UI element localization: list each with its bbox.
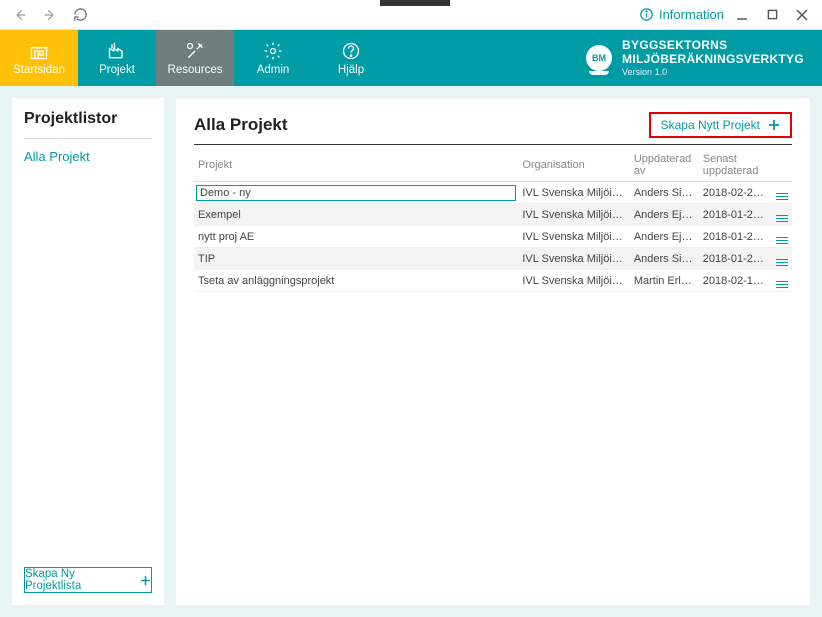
table-cell: IVL Svenska Miljöinstitutet AB xyxy=(518,204,629,226)
brand-version: Version 1.0 xyxy=(622,67,804,77)
menu-help[interactable]: Hjälp xyxy=(312,30,390,86)
forward-button[interactable] xyxy=(38,3,62,27)
info-icon xyxy=(639,7,654,22)
information-link[interactable]: Information xyxy=(639,7,724,22)
workspace: Projektlistor Alla Projekt Skapa Ny Proj… xyxy=(0,86,822,617)
table-cell: IVL Svenska Miljöinstitutet AB xyxy=(518,182,629,204)
sidebar-title: Projektlistor xyxy=(24,110,152,128)
menu-label: Admin xyxy=(257,64,290,76)
table-cell: 2018-01-22 14:34 xyxy=(699,248,772,270)
menu-label: Projekt xyxy=(99,64,135,76)
create-project-list-button[interactable]: Skapa Ny Projektlista xyxy=(24,567,152,593)
back-button[interactable] xyxy=(8,3,32,27)
table-cell: Exempel xyxy=(194,204,518,226)
create-project-label: Skapa Nytt Projekt xyxy=(661,118,760,132)
col-header-updated-by[interactable]: Uppdaterad av xyxy=(630,149,699,182)
row-actions-cell xyxy=(772,204,792,226)
titlebar-handle xyxy=(380,0,450,6)
plus-icon xyxy=(140,575,151,586)
menu-startsidan[interactable]: Startsidan xyxy=(0,30,78,86)
col-header-project[interactable]: Projekt xyxy=(194,149,518,182)
table-cell: Anders Ejlertsson xyxy=(630,204,699,226)
tools-icon xyxy=(185,41,205,61)
table-row[interactable]: nytt proj AEIVL Svenska Miljöinstitutet … xyxy=(194,226,792,248)
close-button[interactable] xyxy=(790,3,814,27)
main-panel: Alla Projekt Skapa Nytt Projekt Projekt … xyxy=(176,98,810,605)
table-cell: TIP xyxy=(194,248,518,270)
col-header-actions xyxy=(772,149,792,182)
create-project-button[interactable]: Skapa Nytt Projekt xyxy=(649,112,792,138)
table-cell: Anders Sidvall xyxy=(630,248,699,270)
table-row[interactable]: Tseta av anläggningsprojektIVL Svenska M… xyxy=(194,270,792,292)
brand-badge: BM xyxy=(592,53,606,63)
row-menu-icon[interactable] xyxy=(776,259,788,267)
brand-line2: MILJÖBERÄKNINGSVERKTYG xyxy=(622,53,804,67)
table-cell: IVL Svenska Miljöinstitutet AB xyxy=(518,248,629,270)
table-row[interactable]: Demo - nyIVL Svenska Miljöinstitutet ABA… xyxy=(194,182,792,204)
main-menubar: Startsidan Projekt Resources Admin Hjälp… xyxy=(0,30,822,86)
sidebar: Projektlistor Alla Projekt Skapa Ny Proj… xyxy=(12,98,164,605)
page-title: Alla Projekt xyxy=(194,115,288,135)
brand-block: BM BYGGSEKTORNS MILJÖBERÄKNINGSVERKTYG V… xyxy=(586,30,822,86)
table-row[interactable]: TIPIVL Svenska Miljöinstitutet ABAnders … xyxy=(194,248,792,270)
table-cell: 2018-02-20 10:54 xyxy=(699,182,772,204)
table-cell: 2018-02-12 16:09 xyxy=(699,270,772,292)
menu-projekt[interactable]: Projekt xyxy=(78,30,156,86)
row-actions-cell xyxy=(772,270,792,292)
plus-icon xyxy=(768,119,780,131)
row-menu-icon[interactable] xyxy=(776,215,788,223)
table-cell: Martin Erlandsson xyxy=(630,270,699,292)
row-actions-cell xyxy=(772,182,792,204)
row-menu-icon[interactable] xyxy=(776,193,788,201)
menu-admin[interactable]: Admin xyxy=(234,30,312,86)
maximize-button[interactable] xyxy=(760,3,784,27)
row-menu-icon[interactable] xyxy=(776,237,788,245)
gear-icon xyxy=(263,41,283,61)
brand-logo-icon: BM xyxy=(586,45,612,71)
row-menu-icon[interactable] xyxy=(776,281,788,289)
table-row[interactable]: ExempelIVL Svenska Miljöinstitutet ABAnd… xyxy=(194,204,792,226)
projects-table: Projekt Organisation Uppdaterad av Senas… xyxy=(194,149,792,292)
table-cell: Anders Ejlertsson xyxy=(630,226,699,248)
information-label: Information xyxy=(659,7,724,22)
brand-line1: BYGGSEKTORNS xyxy=(622,39,804,53)
create-list-label: Skapa Ny Projektlista xyxy=(25,568,134,592)
table-cell: IVL Svenska Miljöinstitutet AB xyxy=(518,226,629,248)
col-header-organisation[interactable]: Organisation xyxy=(518,149,629,182)
help-icon xyxy=(341,41,361,61)
menu-resources[interactable]: Resources xyxy=(156,30,234,86)
table-cell: nytt proj AE xyxy=(194,226,518,248)
table-cell: IVL Svenska Miljöinstitutet AB xyxy=(518,270,629,292)
menu-label: Startsidan xyxy=(13,64,65,76)
table-cell: 2018-01-24 14:11 xyxy=(699,226,772,248)
table-cell: Demo - ny xyxy=(194,182,518,204)
col-header-last-updated[interactable]: Senast uppdaterad xyxy=(699,149,772,182)
menu-label: Resources xyxy=(168,64,223,76)
minimize-button[interactable] xyxy=(730,3,754,27)
factory-icon xyxy=(106,41,128,61)
row-actions-cell xyxy=(772,248,792,270)
sidebar-item-all-projects[interactable]: Alla Projekt xyxy=(24,149,152,164)
table-cell: Tseta av anläggningsprojekt xyxy=(194,270,518,292)
row-actions-cell xyxy=(772,226,792,248)
menu-label: Hjälp xyxy=(338,64,364,76)
refresh-button[interactable] xyxy=(68,3,92,27)
home-icon xyxy=(28,41,50,61)
table-cell: Anders Sidvall xyxy=(630,182,699,204)
table-cell: 2018-01-26 14:27 xyxy=(699,204,772,226)
divider xyxy=(24,138,152,139)
